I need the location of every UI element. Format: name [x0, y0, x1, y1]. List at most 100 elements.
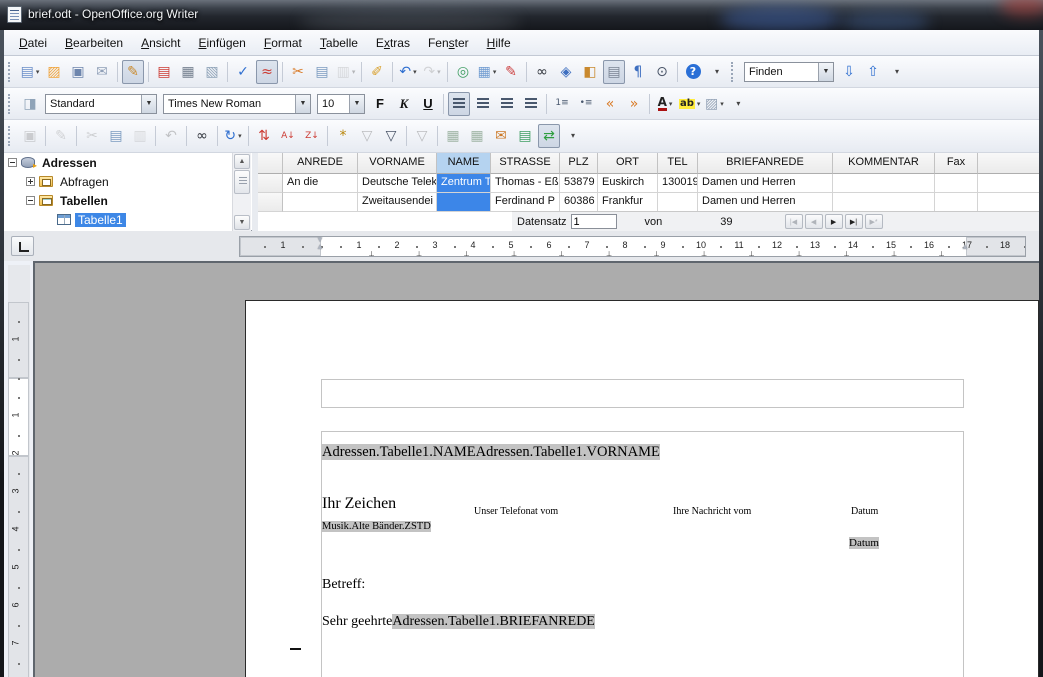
- cell[interactable]: Damen und Herren: [698, 174, 833, 193]
- tabledata-overflow-button[interactable]: ▾: [562, 124, 584, 148]
- redo-button[interactable]: ↷▾: [421, 60, 443, 84]
- font-name-combo-value[interactable]: Times New Roman: [164, 98, 295, 110]
- menu-ansicht[interactable]: Ansicht: [132, 32, 189, 54]
- tab-stop-selector-button[interactable]: [11, 236, 34, 256]
- copy-button[interactable]: ▤: [311, 60, 333, 84]
- refresh-dropdown-icon[interactable]: ▾: [238, 132, 242, 140]
- vertical-ruler[interactable]: 11234567: [8, 265, 30, 677]
- hyperlink-button[interactable]: ◎: [452, 60, 474, 84]
- tree-item-tabellen[interactable]: Tabellen: [4, 191, 232, 210]
- highlighting-dropdown-icon[interactable]: ▾: [697, 100, 701, 108]
- send-email-button[interactable]: ✉: [91, 60, 113, 84]
- styles-window-button[interactable]: ◨: [19, 92, 41, 116]
- reset-filter-button[interactable]: ▽: [411, 124, 433, 148]
- bullet-list-button[interactable]: •≡: [575, 92, 597, 116]
- background-color-dropdown-icon[interactable]: ▾: [720, 100, 724, 108]
- menu-einfgen[interactable]: Einfügen: [189, 32, 254, 54]
- paragraph-style-combo-value[interactable]: Standard: [46, 98, 141, 110]
- standard-filter-button[interactable]: ▽: [380, 124, 402, 148]
- column-header-kommentar[interactable]: KOMMENTAR: [833, 153, 935, 174]
- tree-item-tabelle1[interactable]: Tabelle1: [4, 210, 232, 229]
- paste-button[interactable]: ▥▾: [335, 60, 357, 84]
- record-number-input[interactable]: [571, 214, 617, 229]
- row-selector[interactable]: [258, 174, 283, 193]
- column-header-anrede[interactable]: ANREDE: [283, 153, 358, 174]
- font-size-combo-value[interactable]: 10: [318, 98, 349, 110]
- document-page[interactable]: Adressen.Tabelle1.NAMEAdressen.Tabelle1.…: [245, 300, 1039, 677]
- find-combo-value[interactable]: Finden: [745, 66, 818, 78]
- cell[interactable]: Zentrum T: [437, 174, 491, 193]
- edit-data-button[interactable]: ✎: [50, 124, 72, 148]
- navigator-button[interactable]: ◈: [555, 60, 577, 84]
- new-document-dropdown-icon[interactable]: ▾: [36, 68, 40, 76]
- cell[interactable]: [935, 193, 978, 212]
- zoom-button[interactable]: ⊙: [651, 60, 673, 84]
- indent-marker[interactable]: ▲: [316, 243, 324, 251]
- sort-descending-button[interactable]: Z↓: [301, 124, 323, 148]
- bold-button[interactable]: F: [369, 92, 391, 116]
- spellcheck-button[interactable]: ✓: [232, 60, 254, 84]
- menu-datei[interactable]: Datei: [10, 32, 56, 54]
- find-combo[interactable]: Finden▼: [744, 62, 834, 82]
- explorer-on-off-button[interactable]: ⇄: [538, 124, 560, 148]
- cell[interactable]: [833, 174, 935, 193]
- menu-tabelle[interactable]: Tabelle: [311, 32, 367, 54]
- formatting-overflow-button[interactable]: ▾: [727, 92, 749, 116]
- paste-record-button[interactable]: ▥: [129, 124, 151, 148]
- sort-ascending-button[interactable]: A↓: [277, 124, 299, 148]
- font-color-dropdown-icon[interactable]: ▾: [669, 100, 673, 108]
- collapse-icon[interactable]: [8, 158, 17, 167]
- cell[interactable]: [833, 193, 935, 212]
- format-paintbrush-button[interactable]: ✐: [366, 60, 388, 84]
- find-record-button[interactable]: ∞: [191, 124, 213, 148]
- cut-record-button[interactable]: ✂: [81, 124, 103, 148]
- cell[interactable]: 1300191: [658, 174, 698, 193]
- find-next-button[interactable]: ⇩: [838, 60, 860, 84]
- save-button[interactable]: ▣: [67, 60, 89, 84]
- cut-button[interactable]: ✂: [287, 60, 309, 84]
- formatting-marks-button[interactable]: ¶: [627, 60, 649, 84]
- menu-format[interactable]: Format: [255, 32, 311, 54]
- cell[interactable]: Frankfur: [598, 193, 658, 212]
- row-header-corner[interactable]: [258, 153, 283, 174]
- cell[interactable]: Euskirch: [598, 174, 658, 193]
- scroll-up-button[interactable]: ▲: [234, 154, 250, 169]
- save-record-button[interactable]: ▣: [19, 124, 41, 148]
- column-header-briefanrede[interactable]: BRIEFANREDE: [698, 153, 833, 174]
- undo-data-button[interactable]: ↶: [160, 124, 182, 148]
- data-to-text-button[interactable]: ▦: [442, 124, 464, 148]
- apply-filter-button[interactable]: ▽: [356, 124, 378, 148]
- data-to-fields-button[interactable]: ▦: [466, 124, 488, 148]
- cell[interactable]: [658, 193, 698, 212]
- data-sources-button[interactable]: ▤: [603, 60, 625, 84]
- paragraph-style-combo[interactable]: Standard▼: [45, 94, 157, 114]
- new-document-button[interactable]: ▤▾: [19, 60, 41, 84]
- mail-merge-button[interactable]: ✉: [490, 124, 512, 148]
- toolbar-grip[interactable]: [8, 94, 14, 114]
- tree-item-adressen[interactable]: Adressen: [4, 153, 232, 172]
- font-name-combo[interactable]: Times New Roman▼: [163, 94, 311, 114]
- table-button[interactable]: ▦▾: [476, 60, 498, 84]
- toolbar-grip[interactable]: [8, 62, 14, 82]
- align-center-button[interactable]: [472, 92, 494, 116]
- page-preview-button[interactable]: ▧: [201, 60, 223, 84]
- gallery-button[interactable]: ◧: [579, 60, 601, 84]
- column-header-vorname[interactable]: VORNAME: [358, 153, 437, 174]
- cell[interactable]: 60386: [560, 193, 598, 212]
- align-right-button[interactable]: [496, 92, 518, 116]
- background-color-button[interactable]: ▨▾: [703, 92, 725, 116]
- address-frame-empty[interactable]: [321, 379, 964, 408]
- font-color-button[interactable]: A▾: [654, 92, 676, 116]
- scroll-thumb[interactable]: [234, 170, 250, 194]
- refresh-button[interactable]: ↻▾: [222, 124, 244, 148]
- underline-button[interactable]: U: [417, 92, 439, 116]
- auto-filter-button[interactable]: *: [332, 124, 354, 148]
- table-dropdown-icon[interactable]: ▾: [493, 68, 497, 76]
- paste-dropdown-icon[interactable]: ▾: [352, 68, 356, 76]
- menu-extras[interactable]: Extras: [367, 32, 419, 54]
- right-indent-marker[interactable]: ▲: [961, 243, 969, 251]
- column-header-plz[interactable]: PLZ: [560, 153, 598, 174]
- help-button[interactable]: ?: [682, 60, 704, 84]
- align-justify-button[interactable]: [520, 92, 542, 116]
- scroll-down-button[interactable]: ▼: [234, 215, 250, 230]
